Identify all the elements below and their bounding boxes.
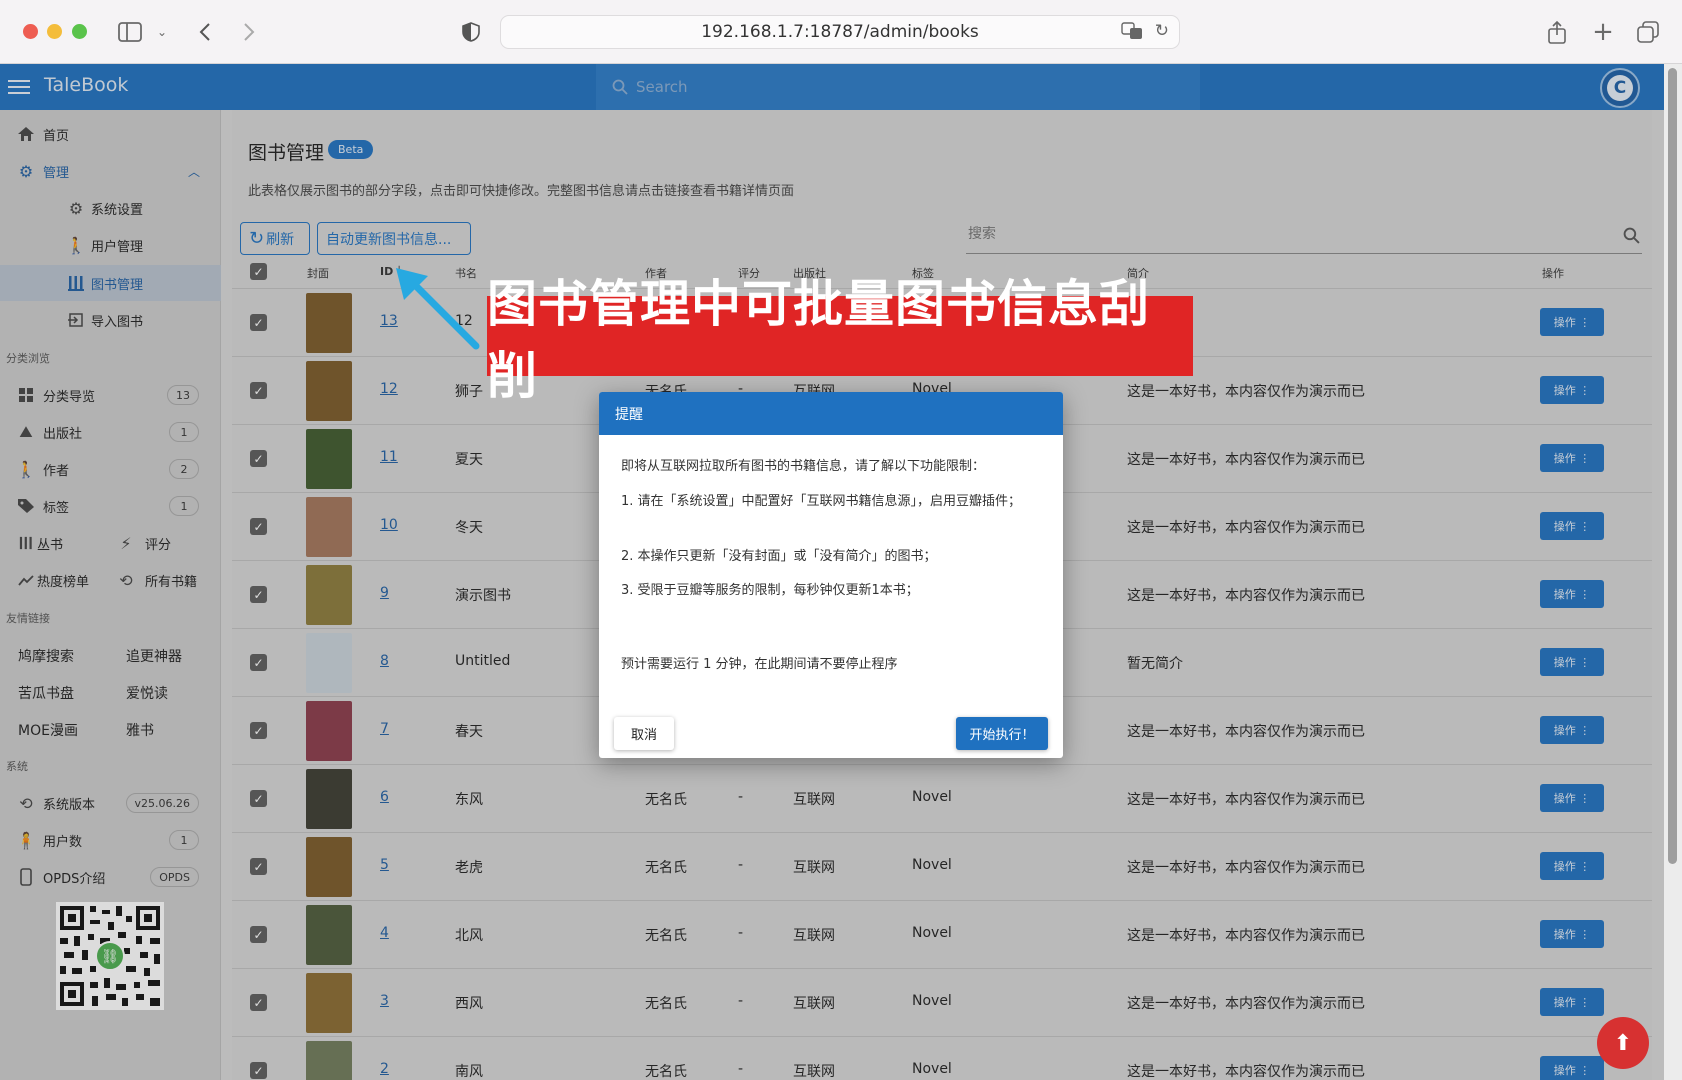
share-icon[interactable] — [1546, 18, 1568, 46]
arrow-up-icon: ⬆ — [1613, 1030, 1633, 1056]
reload-icon[interactable]: ↻ — [1155, 21, 1169, 41]
dialog-item-3: 3. 受限于豆瓣等服务的限制，每秒钟仅更新1本书； — [621, 583, 919, 598]
forward-icon[interactable] — [240, 18, 258, 46]
dialog-title: 提醒 — [599, 392, 1063, 435]
shield-icon[interactable] — [461, 18, 481, 46]
browser-toolbar: ⌄ 192.168.1.7:18787/admin/books ↻ + — [0, 0, 1682, 64]
dialog-item-1: 1. 请在「系统设置」中配置好「互联网书籍信息源」，启用豆瓣插件； — [621, 494, 1022, 509]
dialog-item-2: 2. 本操作只更新「没有封面」或「没有简介」的图书； — [621, 549, 937, 564]
annotation-arrow-icon — [396, 268, 480, 350]
start-execute-button[interactable]: 开始执行！ — [956, 717, 1048, 750]
close-window-button[interactable] — [23, 24, 38, 39]
cancel-button[interactable]: 取消 — [614, 717, 674, 750]
minimize-window-button[interactable] — [47, 24, 62, 39]
new-tab-icon[interactable]: + — [1592, 17, 1614, 47]
scrollbar-thumb[interactable] — [1668, 68, 1677, 864]
dialog-intro: 即将从互联网拉取所有图书的书籍信息，请了解以下功能限制： — [621, 459, 986, 474]
sidebar-toggle-icon[interactable] — [118, 18, 142, 46]
dialog-estimate: 预计需要运行 1 分钟，在此期间请不要停止程序 — [621, 657, 898, 672]
annotation-banner: 图书管理中可批量图书信息刮削 — [487, 275, 1193, 405]
address-bar[interactable]: 192.168.1.7:18787/admin/books ↻ — [500, 15, 1180, 49]
back-icon[interactable] — [196, 18, 214, 46]
chevron-down-icon[interactable]: ⌄ — [155, 18, 169, 46]
scroll-top-button[interactable]: ⬆ — [1597, 1017, 1649, 1069]
tab-overview-icon[interactable] — [1636, 18, 1660, 46]
translate-icon[interactable] — [1121, 22, 1143, 45]
reminder-dialog: 提醒 即将从互联网拉取所有图书的书籍信息，请了解以下功能限制： 1. 请在「系统… — [599, 392, 1063, 758]
url-text: 192.168.1.7:18787/admin/books — [701, 22, 979, 42]
zoom-window-button[interactable] — [72, 24, 87, 39]
